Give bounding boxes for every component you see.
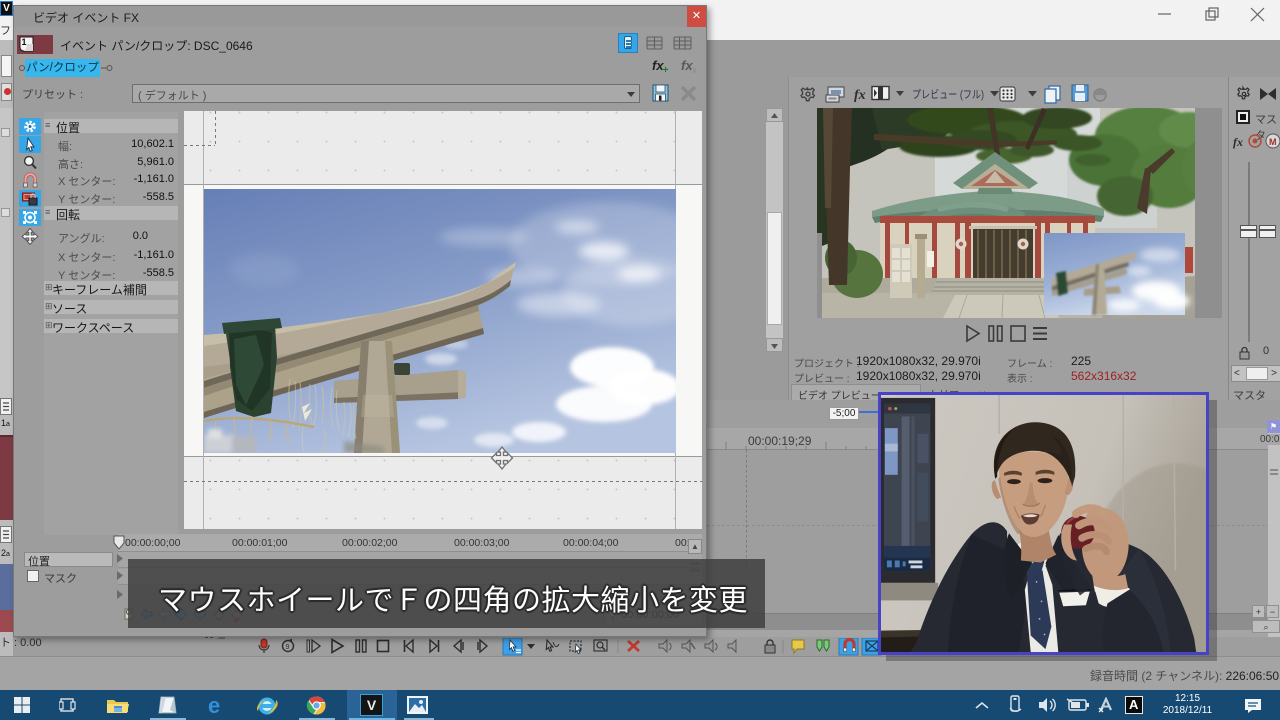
svg-text:M: M bbox=[1269, 137, 1277, 147]
svg-text:e: e bbox=[208, 694, 220, 717]
svg-text:fx: fx bbox=[854, 88, 866, 103]
svg-text:fx: fx bbox=[1233, 135, 1243, 149]
svg-text:プレビュー (フル): プレビュー (フル) bbox=[912, 88, 984, 101]
svg-text:9: 9 bbox=[286, 644, 290, 651]
svg-text:1: 1 bbox=[22, 37, 27, 47]
